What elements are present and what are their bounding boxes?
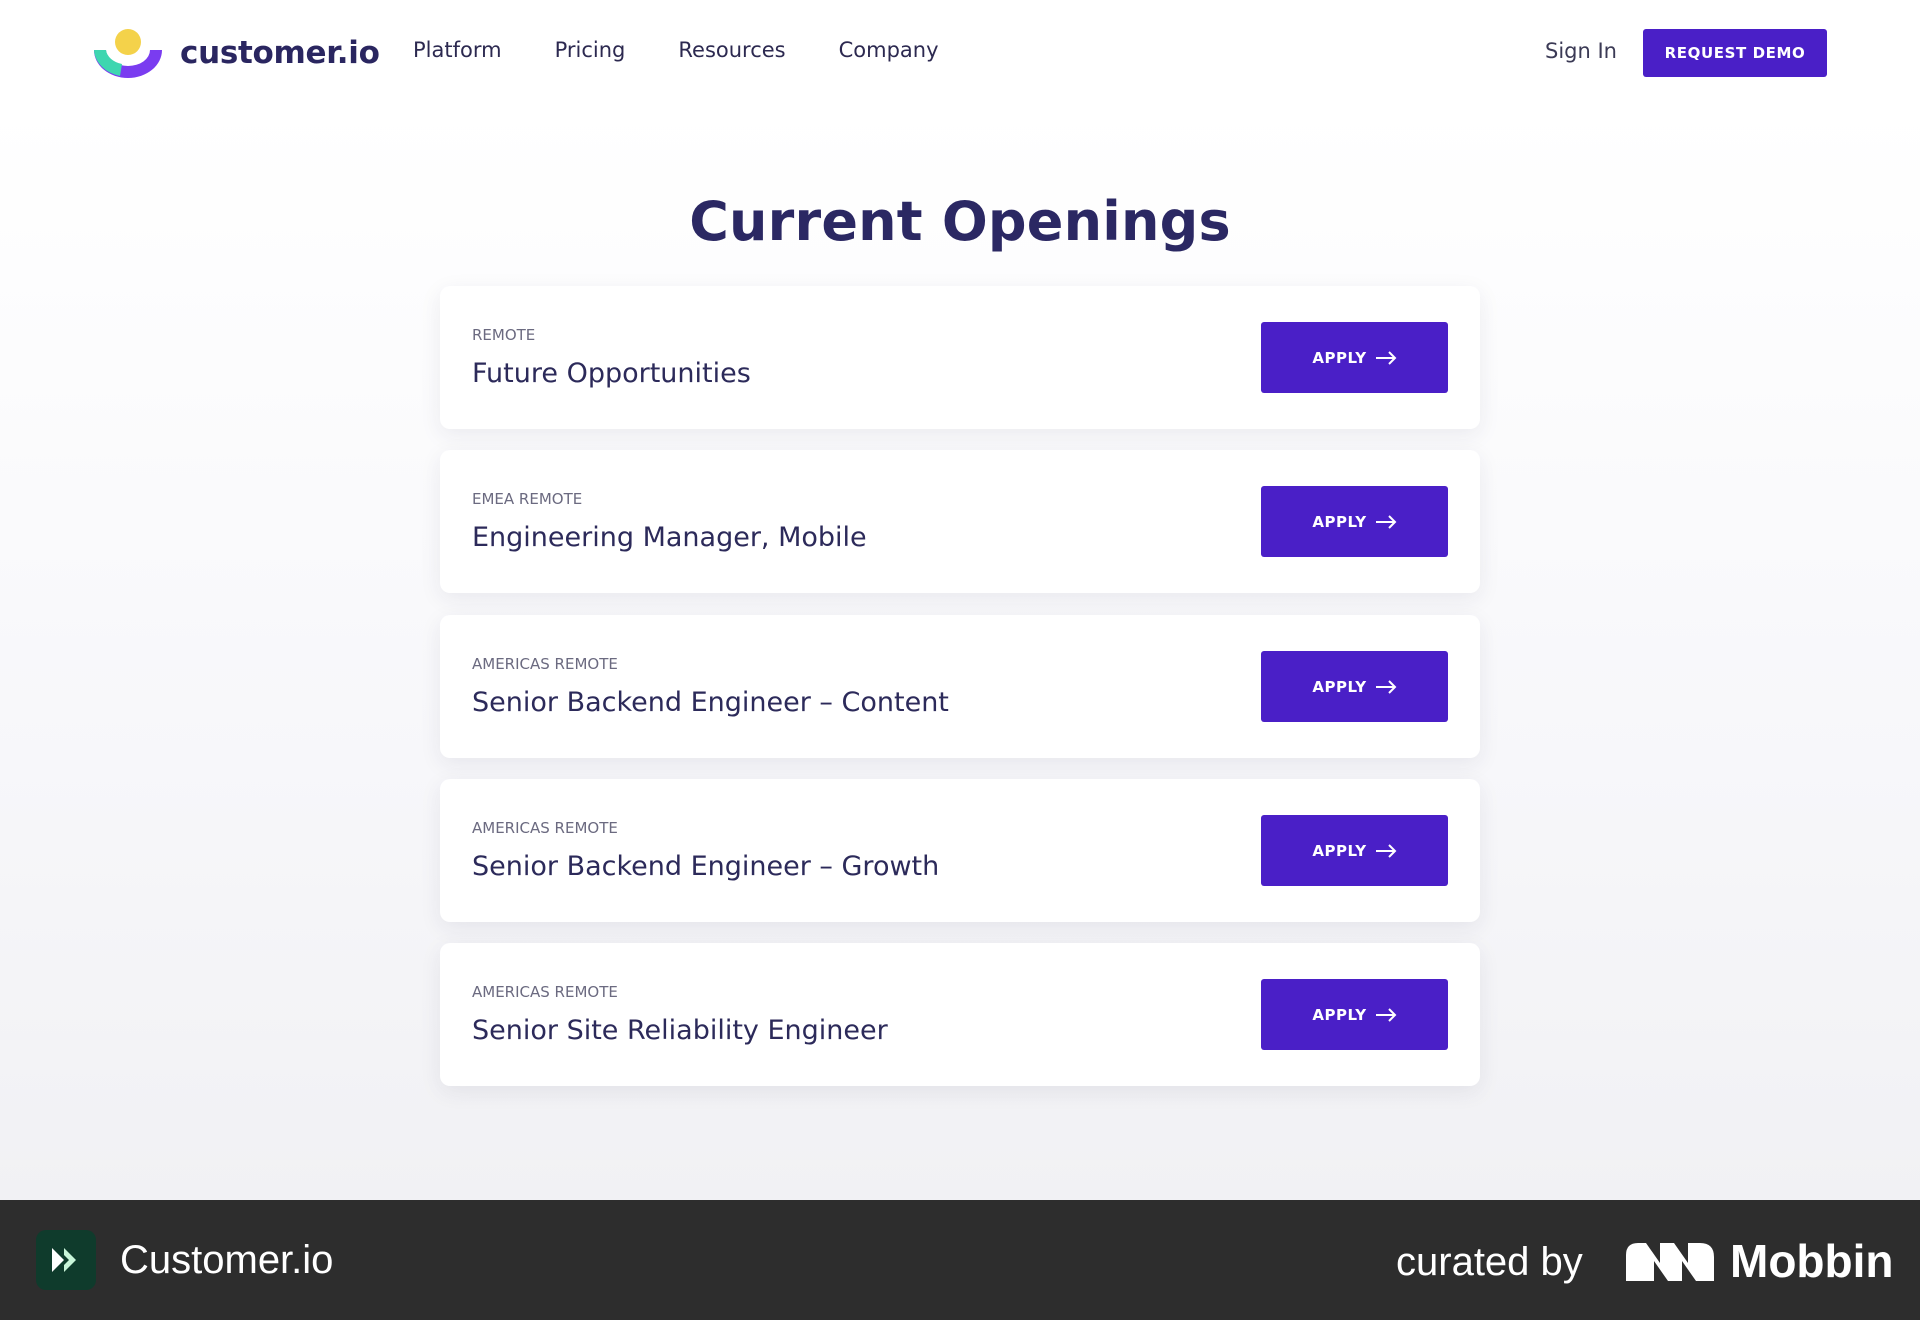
- apply-label: APPLY: [1312, 512, 1367, 531]
- curated-by-label: curated by: [1396, 1240, 1583, 1284]
- job-title: Engineering Manager, Mobile: [472, 522, 867, 553]
- main-content: Current Openings REMOTE Future Opportuni…: [0, 106, 1920, 1200]
- logo[interactable]: customer.io: [92, 26, 380, 80]
- job-location: AMERICAS REMOTE: [472, 819, 618, 837]
- site-header: customer.io Platform Pricing Resources C…: [0, 0, 1920, 106]
- job-card: REMOTE Future Opportunities APPLY: [440, 286, 1480, 429]
- job-location: AMERICAS REMOTE: [472, 983, 618, 1001]
- apply-label: APPLY: [1312, 841, 1367, 860]
- job-title: Senior Site Reliability Engineer: [472, 1015, 888, 1046]
- customerio-app-icon: [36, 1230, 96, 1290]
- job-title: Senior Backend Engineer – Growth: [472, 851, 940, 882]
- main-nav: Platform Pricing Resources Company: [413, 38, 992, 62]
- attribution-bar: Customer.io curated by Mobbin: [0, 1200, 1920, 1320]
- apply-button[interactable]: APPLY: [1261, 322, 1448, 393]
- job-card: AMERICAS REMOTE Senior Backend Engineer …: [440, 615, 1480, 758]
- customerio-logo-icon: [94, 29, 162, 78]
- mobbin-logo-icon: [1626, 1243, 1714, 1281]
- apply-button[interactable]: APPLY: [1261, 486, 1448, 557]
- page-title: Current Openings: [689, 190, 1231, 253]
- app-name: Customer.io: [120, 1238, 334, 1282]
- apply-button[interactable]: APPLY: [1261, 651, 1448, 722]
- job-location: EMEA REMOTE: [472, 490, 583, 508]
- arrow-right-icon: [1375, 350, 1397, 365]
- nav-item-company[interactable]: Company: [839, 38, 939, 62]
- job-card: AMERICAS REMOTE Senior Backend Engineer …: [440, 779, 1480, 922]
- mobbin-logo: Mobbin: [1626, 1234, 1894, 1288]
- apply-button[interactable]: APPLY: [1261, 979, 1448, 1050]
- sign-in-link[interactable]: Sign In: [1545, 39, 1617, 63]
- job-title: Future Opportunities: [472, 358, 751, 389]
- nav-item-pricing[interactable]: Pricing: [555, 38, 626, 62]
- request-demo-button[interactable]: REQUEST DEMO: [1643, 29, 1827, 77]
- job-location: REMOTE: [472, 326, 536, 344]
- job-card: AMERICAS REMOTE Senior Site Reliability …: [440, 943, 1480, 1086]
- arrow-right-icon: [1375, 843, 1397, 858]
- job-location: AMERICAS REMOTE: [472, 655, 618, 673]
- nav-item-platform[interactable]: Platform: [413, 38, 502, 62]
- apply-label: APPLY: [1312, 348, 1367, 367]
- logo-text: customer.io: [180, 35, 380, 71]
- job-title: Senior Backend Engineer – Content: [472, 687, 949, 718]
- apply-button[interactable]: APPLY: [1261, 815, 1448, 886]
- arrow-right-icon: [1375, 679, 1397, 694]
- nav-item-resources[interactable]: Resources: [678, 38, 785, 62]
- job-card: EMEA REMOTE Engineering Manager, Mobile …: [440, 450, 1480, 593]
- arrow-right-icon: [1375, 1007, 1397, 1022]
- apply-label: APPLY: [1312, 1005, 1367, 1024]
- arrow-right-icon: [1375, 514, 1397, 529]
- mobbin-wordmark: Mobbin: [1730, 1235, 1894, 1287]
- apply-label: APPLY: [1312, 677, 1367, 696]
